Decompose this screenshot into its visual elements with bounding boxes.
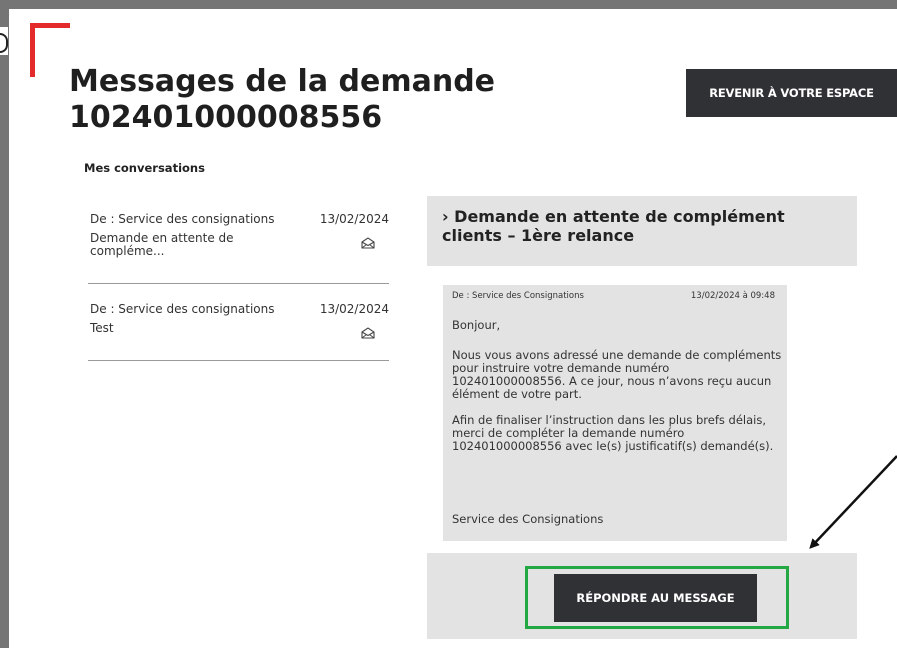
back-to-space-button[interactable]: REVENIR À VOTRE ESPACE [686,69,897,117]
conversation-item[interactable]: De : Service des consignations 13/02/202… [88,302,389,361]
conversation-subject: Demande en attente de compléme... [90,231,234,258]
message-card: De : Service des Consignations 13/02/202… [443,285,787,541]
page-title: Messages de la demande 102401000008556 [69,64,496,135]
conversation-date: 13/02/2024 [319,302,389,316]
conversation-item[interactable]: De : Service des consignations 13/02/202… [88,212,389,284]
conversation-date: 13/02/2024 [319,212,389,226]
conversation-sender: De : Service des consignations [90,302,275,316]
message-paragraph: Afin de finaliser l’instruction dans les… [452,413,774,453]
window-frame-top [0,0,897,9]
message-signature: Service des Consignations [452,512,604,526]
conversation-subject: Test [90,321,114,335]
message-datetime: 13/02/2024 à 09:48 [690,291,775,301]
reply-message-button[interactable]: RÉPONDRE AU MESSAGE [554,574,757,622]
message-paragraph: Nous vous avons adressé une demande de c… [452,348,782,401]
envelope-open-icon [361,327,375,339]
brand-mark-horizontal [30,23,70,28]
thread-body: De : Service des Consignations 13/02/202… [427,266,857,553]
conversations-heading: Mes conversations [84,161,205,175]
frame-edge-glyph [0,27,8,55]
conversation-sender: De : Service des consignations [90,212,275,226]
window-frame-left [0,0,9,648]
brand-mark-vertical [30,23,35,77]
thread-title[interactable]: › Demande en attente de complément clien… [442,207,842,245]
message-sender: De : Service des Consignations [452,291,584,301]
message-greeting: Bonjour, [452,318,501,332]
envelope-open-icon [361,237,375,249]
